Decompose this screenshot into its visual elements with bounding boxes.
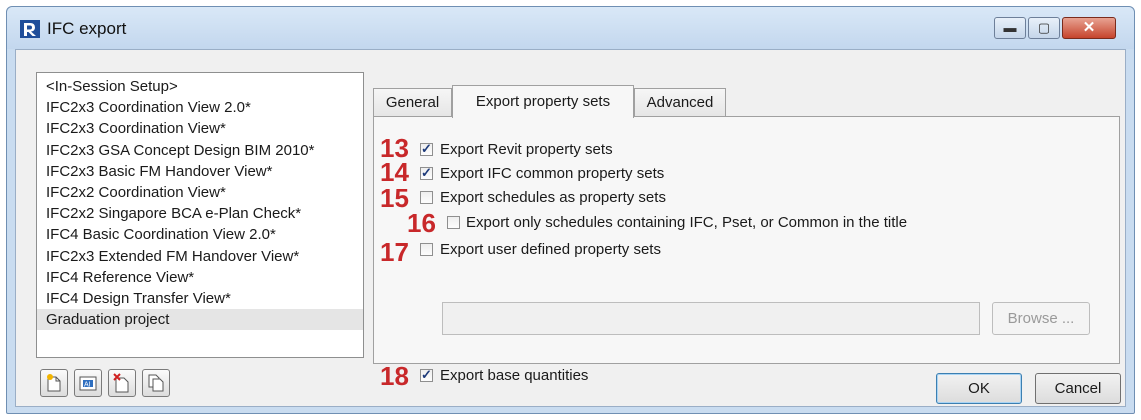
export-base-quantities-label: Export base quantities (440, 367, 589, 384)
export-schedules-checkbox[interactable] (420, 191, 433, 204)
ok-button[interactable]: OK (936, 373, 1022, 404)
setup-item[interactable]: IFC2x3 Basic FM Handover View* (37, 161, 363, 182)
setup-item[interactable]: IFC2x3 Extended FM Handover View* (37, 246, 363, 267)
setup-item[interactable]: IFC2x2 Coordination View* (37, 182, 363, 203)
tab-advanced[interactable]: Advanced (634, 88, 726, 117)
minimize-button[interactable]: ▬ (994, 17, 1026, 39)
new-setup-button[interactable] (40, 369, 68, 397)
duplicate-setup-icon (148, 374, 164, 392)
setup-item[interactable]: IFC4 Design Transfer View* (37, 288, 363, 309)
close-button[interactable]: ✕ (1062, 17, 1116, 39)
window-title: IFC export (47, 19, 127, 38)
revit-app-icon (20, 20, 40, 38)
delete-setup-icon (113, 373, 129, 393)
export-base-quantities-checkbox[interactable]: ✓ (420, 367, 433, 382)
export-revit-property-sets-label: Export Revit property sets (440, 141, 613, 158)
export-schedules-label: Export schedules as property sets (440, 189, 666, 206)
check-mark-icon: ✓ (421, 141, 432, 156)
export-ifc-common-property-sets-label: Export IFC common property sets (440, 165, 665, 182)
setup-item[interactable]: <In-Session Setup> (37, 76, 363, 97)
setup-list[interactable]: <In-Session Setup> IFC2x3 Coordination V… (36, 72, 364, 358)
tab-general[interactable]: General (373, 88, 452, 117)
setup-item[interactable]: IFC2x3 Coordination View 2.0* (37, 97, 363, 118)
dialog-content: <In-Session Setup> IFC2x3 Coordination V… (15, 49, 1126, 407)
svg-text:AI: AI (84, 382, 91, 389)
title-bar[interactable]: IFC export ▬ ▢ ✕ (7, 7, 1134, 49)
export-ifc-common-property-sets-checkbox[interactable]: ✓ (420, 165, 433, 180)
rename-setup-button[interactable]: AI (74, 369, 102, 397)
user-defined-file-path-input[interactable] (442, 302, 980, 335)
export-property-sets-panel: 13 ✓ Export Revit property sets 14 ✓ Exp… (373, 116, 1120, 389)
setup-item[interactable]: IFC4 Basic Coordination View 2.0* (37, 224, 363, 245)
setup-item-selected[interactable]: Graduation project (37, 309, 363, 331)
annotation-number: 18 (380, 361, 409, 391)
browse-button[interactable]: Browse ... (992, 302, 1090, 335)
check-mark-icon: ✓ (421, 367, 432, 382)
tab-export-property-sets[interactable]: Export property sets (452, 85, 634, 118)
delete-setup-button[interactable] (108, 369, 136, 397)
annotation-number: 15 (380, 183, 409, 213)
export-revit-property-sets-checkbox[interactable]: ✓ (420, 141, 433, 156)
export-user-defined-property-sets-label: Export user defined property sets (440, 241, 661, 258)
export-only-ifc-schedules-checkbox[interactable] (447, 216, 460, 229)
rename-setup-icon: AI (79, 376, 97, 391)
export-only-ifc-schedules-label: Export only schedules containing IFC, Ps… (466, 214, 908, 231)
check-mark-icon: ✓ (421, 165, 432, 180)
setup-item[interactable]: IFC2x2 Singapore BCA e-Plan Check* (37, 203, 363, 224)
annotation-number: 14 (380, 157, 409, 187)
setup-item[interactable]: IFC2x3 GSA Concept Design BIM 2010* (37, 140, 363, 161)
annotation-number: 16 (407, 208, 436, 238)
maximize-button[interactable]: ▢ (1028, 17, 1060, 39)
ifc-export-dialog: IFC export ▬ ▢ ✕ <In-Session Setup> IFC2… (6, 6, 1135, 414)
duplicate-setup-button[interactable] (142, 369, 170, 397)
setup-item[interactable]: IFC4 Reference View* (37, 267, 363, 288)
export-user-defined-property-sets-checkbox[interactable] (420, 243, 433, 256)
new-setup-icon (47, 374, 61, 392)
annotation-number: 17 (380, 237, 409, 267)
cancel-button[interactable]: Cancel (1035, 373, 1121, 404)
setup-item[interactable]: IFC2x3 Coordination View* (37, 118, 363, 139)
